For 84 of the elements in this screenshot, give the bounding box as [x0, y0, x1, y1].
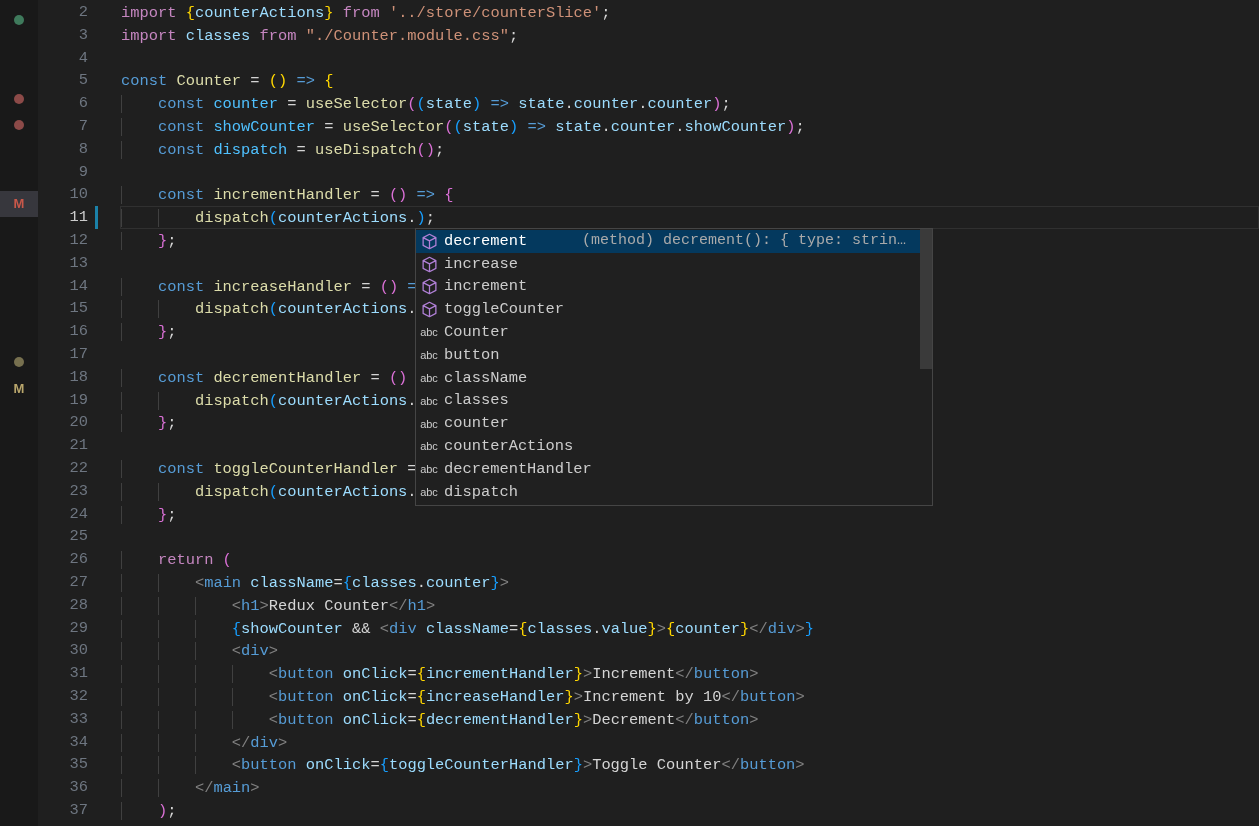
line-number: 23 [68, 480, 88, 502]
suggestion-item[interactable]: abc Counter [416, 321, 920, 344]
word-icon: abc [420, 438, 438, 455]
suggestion-item[interactable]: increase [416, 252, 920, 276]
word-icon: abc [420, 483, 438, 501]
cube-icon [420, 301, 438, 319]
suggestion-item[interactable]: toggleCounter [416, 298, 920, 322]
code-line: const showCounter = useSelector((state) => state.counter.showCounter); [120, 115, 1259, 138]
code-line: <button onClick={increaseHandler}>Increment by 10</button> [120, 684, 1259, 708]
line-number: 29 [68, 617, 88, 639]
cube-icon [420, 255, 438, 273]
line-number: 35 [68, 754, 88, 776]
suggestion-item[interactable]: abc dispatch [416, 480, 920, 504]
line-number: 19 [68, 389, 88, 411]
suggestion-detail: (method) decrement(): { type: strin… [581, 231, 906, 252]
line-number: 7 [77, 116, 88, 137]
code-line: const Counter = () => { [120, 71, 335, 93]
code-line: {showCounter && <div className={classes.value}>{counter}</div>} [120, 616, 1259, 640]
word-icon: abc [420, 461, 438, 478]
line-number: 3 [77, 24, 88, 46]
line-number: 26 [68, 549, 88, 571]
line-number: 31 [68, 663, 88, 685]
word-icon: abc [420, 392, 438, 410]
code-line: <button onClick={decrementHandler}>Decrement</button> [120, 707, 1259, 731]
line-number: 36 [68, 777, 88, 799]
line-number: 12 [68, 229, 88, 251]
line-number: 37 [68, 799, 88, 821]
code-line: ); [120, 798, 1259, 822]
line-number: 5 [77, 70, 88, 92]
code-line: </main> [120, 776, 1259, 799]
code-line: }; [120, 502, 1259, 526]
code-line: const dispatch = useDispatch(); [120, 137, 1259, 161]
line-number: 10 [68, 184, 88, 206]
line-number: 13 [68, 252, 88, 274]
line-number: 2 [77, 2, 88, 23]
line-number: 9 [77, 161, 88, 183]
word-icon: abc [420, 415, 438, 432]
code-line: <div> [120, 639, 1259, 663]
code-line: import {counterActions} from '../store/counterSlice'; [120, 3, 612, 24]
line-number: 17 [68, 343, 88, 365]
suggestion-item[interactable]: abc decrementHandler [416, 457, 920, 481]
status-letter: M [13, 379, 25, 398]
suggestion-item[interactable]: decrement (method) decrement(): { type: strin… [416, 230, 920, 253]
cube-icon [420, 278, 438, 296]
line-number: 20 [68, 412, 88, 434]
cube-icon [420, 232, 438, 250]
line-number: 28 [68, 594, 88, 616]
code-line: return ( [120, 548, 1259, 571]
word-icon: abc [420, 369, 438, 387]
suggestion-item[interactable]: abc counter [416, 412, 920, 436]
code-line: <button onClick={incrementHandler}>Increment</button> [120, 662, 1259, 685]
code-line: <h1>Redux Counter</h1> [120, 593, 1259, 617]
line-number: 16 [68, 321, 88, 343]
code-line: </div> [120, 730, 1259, 754]
line-number: 8 [77, 138, 88, 160]
line-number: 33 [68, 708, 88, 730]
line-number: 6 [77, 93, 88, 115]
line-number: 34 [68, 731, 88, 753]
suggestion-item[interactable]: abc className [416, 366, 920, 390]
line-number: 4 [77, 47, 88, 69]
line-number: 25 [68, 526, 88, 548]
code-line: const counter = useSelector((state) => state.counter.counter); [120, 92, 1259, 115]
line-number: 32 [68, 685, 88, 707]
code-line: <main className={classes.counter}> [120, 570, 1259, 594]
word-icon: abc [420, 347, 438, 364]
line-number: 11 [68, 207, 88, 229]
line-number: 22 [68, 457, 88, 479]
suggestion-item[interactable]: abc classes [416, 389, 920, 413]
status-letter: M [13, 195, 25, 214]
line-number: 18 [68, 366, 88, 388]
line-number: 27 [68, 571, 88, 593]
code-line: const incrementHandler = () => { [120, 183, 1259, 207]
word-icon: abc [420, 324, 438, 341]
line-number: 14 [68, 275, 88, 297]
scrollbar-thumb[interactable] [920, 229, 932, 369]
line-number: 30 [68, 640, 88, 662]
line-number: 21 [68, 435, 88, 457]
line-number: 24 [68, 503, 88, 525]
suggestion-item[interactable]: abc button [416, 344, 920, 367]
code-line: import classes from "./Counter.module.css"; [120, 25, 520, 47]
suggestion-item[interactable]: abc counterActions [416, 435, 920, 458]
code-line: <button onClick={toggleCounterHandler}>Toggle Counter</button> [120, 753, 1259, 777]
line-number: 15 [68, 298, 88, 320]
suggestion-item[interactable]: increment [416, 275, 920, 299]
